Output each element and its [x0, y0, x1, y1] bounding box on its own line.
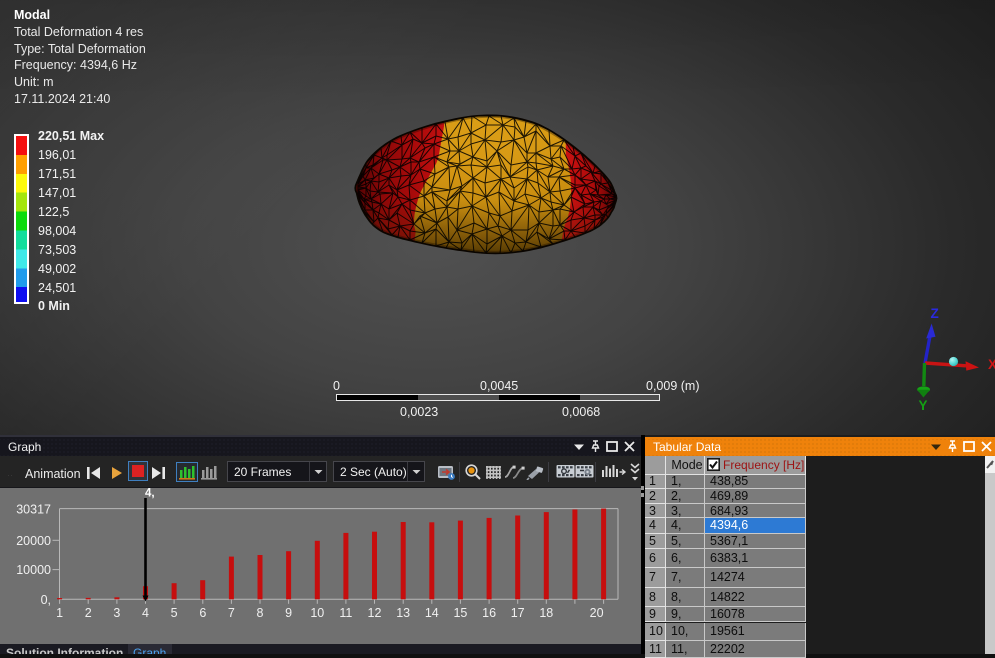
svg-text:12: 12 [368, 606, 382, 620]
svg-text:20: 20 [590, 606, 604, 620]
svg-text:7: 7 [228, 606, 235, 620]
svg-text:0,: 0, [41, 593, 51, 607]
svg-text:Y: Y [919, 398, 928, 413]
svg-text:20000: 20000 [16, 534, 51, 548]
svg-text:30317: 30317 [16, 503, 51, 517]
svg-text:16: 16 [482, 606, 496, 620]
svg-text:5: 5 [171, 606, 178, 620]
svg-text:10000: 10000 [16, 563, 51, 577]
svg-text:4: 4 [142, 606, 149, 620]
svg-text:15: 15 [453, 606, 467, 620]
svg-text:2: 2 [85, 606, 92, 620]
svg-text:1: 1 [56, 606, 63, 620]
svg-text:18: 18 [539, 606, 553, 620]
svg-text:13: 13 [396, 606, 410, 620]
svg-text:8: 8 [257, 606, 264, 620]
svg-text:4,: 4, [145, 488, 155, 500]
svg-text:Z: Z [931, 306, 939, 321]
svg-text:10: 10 [310, 606, 324, 620]
svg-text:6: 6 [199, 606, 206, 620]
svg-text:14: 14 [425, 606, 439, 620]
svg-text:X: X [988, 357, 995, 372]
svg-text:3: 3 [113, 606, 120, 620]
svg-text:11: 11 [339, 606, 352, 620]
svg-text:17: 17 [511, 606, 525, 620]
svg-text:9: 9 [285, 606, 292, 620]
